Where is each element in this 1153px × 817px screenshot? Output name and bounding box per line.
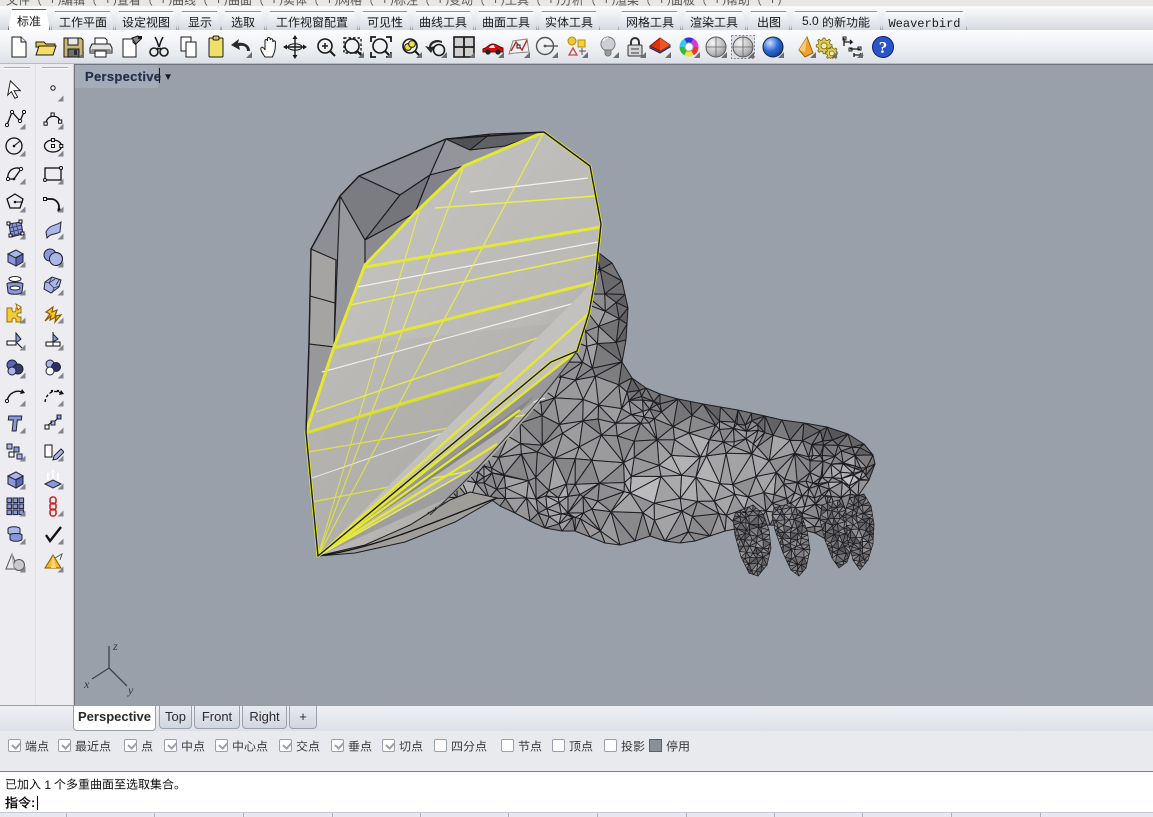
svg-text:?: ?	[879, 38, 888, 57]
